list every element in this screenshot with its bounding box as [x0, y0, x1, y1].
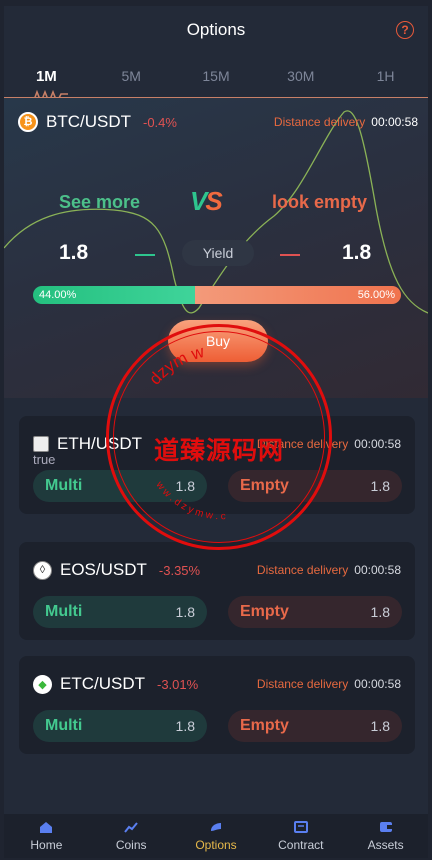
market-card-eth[interactable]: ETH/USDT Distance delivery 00:00:58 true…	[19, 416, 415, 514]
multi-button[interactable]: Multi 1.8	[33, 710, 207, 742]
multi-label: Multi	[45, 477, 83, 494]
nav-coins-label: Coins	[115, 837, 147, 852]
empty-value: 1.8	[370, 718, 390, 734]
see-more-label: See more	[59, 192, 141, 212]
home-icon	[40, 821, 53, 833]
market-timer: 00:00:58	[354, 437, 401, 451]
multi-button[interactable]: Multi 1.8	[33, 596, 207, 628]
empty-button[interactable]: Empty 1.8	[228, 596, 402, 628]
empty-label: Empty	[240, 477, 289, 494]
hero-pair-row: ₿ BTC/USDT -0.4% Distance delivery 00:00…	[18, 112, 418, 132]
vs-icon: VS	[190, 186, 223, 217]
nav-home-label: Home	[30, 837, 63, 852]
etc-icon: ◆	[33, 674, 52, 694]
nav-options[interactable]: Options	[174, 814, 259, 858]
multi-label: Multi	[45, 603, 83, 620]
tab-1m[interactable]: 1M	[4, 68, 89, 85]
eos-icon: ◊	[33, 560, 52, 580]
eth-image-alt: true	[33, 452, 56, 467]
nav-options-label: Options	[195, 837, 237, 852]
short-ratio: 56.00%	[194, 286, 401, 304]
empty-button[interactable]: Empty 1.8	[228, 710, 402, 742]
help-icon[interactable]: ?	[396, 21, 414, 39]
bottom-nav: Home Coins Options Contract Assets	[4, 814, 428, 858]
nav-home[interactable]: Home	[4, 814, 89, 858]
options-icon	[210, 822, 221, 831]
page-title: Options	[186, 20, 246, 39]
empty-value: 1.8	[370, 478, 390, 494]
market-pair: ETH/USDT	[57, 434, 142, 453]
buy-button[interactable]: Buy	[168, 320, 268, 362]
btc-icon: ₿	[18, 112, 38, 132]
market-delivery-label: Distance delivery	[256, 677, 349, 691]
multi-label: Multi	[45, 717, 83, 734]
header: Options ?	[4, 6, 428, 54]
market-row: ◊ EOS/USDT -3.35% Distance delivery 00:0…	[33, 560, 401, 580]
market-delivery-label: Distance delivery	[256, 563, 349, 577]
multi-value: 1.8	[175, 478, 195, 494]
nav-coins[interactable]: Coins	[89, 814, 174, 858]
red-dash	[280, 254, 300, 256]
hero-pair[interactable]: BTC/USDT	[46, 112, 131, 132]
tab-15m[interactable]: 15M	[174, 68, 259, 84]
hero-panel: ₿ BTC/USDT -0.4% Distance delivery 00:00…	[4, 98, 428, 398]
empty-value: 1.8	[370, 604, 390, 620]
market-row: ◆ ETC/USDT -3.01% Distance delivery 00:0…	[33, 674, 401, 694]
hero-delivery-label: Distance delivery	[273, 115, 366, 129]
tab-30m[interactable]: 30M	[258, 68, 343, 84]
market-delivery-label: Distance delivery	[256, 437, 349, 451]
market-change: -3.35%	[158, 562, 201, 578]
tab-5m[interactable]: 5M	[89, 68, 174, 84]
tab-1h[interactable]: 1H	[343, 68, 428, 84]
hero-timer: 00:00:58	[371, 115, 418, 129]
vs-s: S	[205, 186, 222, 216]
coins-icon	[124, 821, 138, 833]
nav-assets[interactable]: Assets	[343, 814, 428, 858]
hero-change: -0.4%	[143, 114, 177, 130]
market-pair: ETC/USDT	[60, 674, 145, 693]
yield-right-value: 1.8	[342, 241, 372, 264]
market-change: -3.01%	[157, 676, 199, 692]
look-empty-label: look empty	[272, 192, 368, 212]
nav-contract-label: Contract	[278, 837, 324, 852]
multi-value: 1.8	[175, 718, 195, 734]
eth-image-icon	[33, 436, 49, 452]
yield-badge: Yield	[182, 240, 254, 266]
nav-assets-label: Assets	[367, 837, 404, 852]
market-card-eos[interactable]: ◊ EOS/USDT -3.35% Distance delivery 00:0…	[19, 542, 415, 640]
market-timer: 00:00:58	[354, 677, 401, 691]
market-row: ETH/USDT Distance delivery 00:00:58	[33, 434, 401, 454]
market-pair: EOS/USDT	[60, 560, 147, 579]
contract-icon	[293, 820, 308, 833]
nav-contract[interactable]: Contract	[258, 814, 343, 858]
market-timer: 00:00:58	[354, 563, 401, 577]
empty-label: Empty	[240, 717, 289, 734]
long-ratio: 44.00%	[33, 286, 195, 304]
green-dash	[135, 254, 155, 256]
empty-button[interactable]: Empty 1.8	[228, 470, 402, 502]
multi-button[interactable]: Multi 1.8	[33, 470, 207, 502]
interval-tabs: 1M 5M 15M 30M 1H	[4, 54, 428, 104]
assets-icon	[379, 821, 392, 832]
vs-v: V	[190, 186, 207, 216]
multi-value: 1.8	[175, 604, 195, 620]
app-root: Options ? 1M 5M 15M 30M 1H ₿ BTC/USDT -0…	[4, 6, 428, 858]
empty-label: Empty	[240, 603, 289, 620]
market-card-etc[interactable]: ◆ ETC/USDT -3.01% Distance delivery 00:0…	[19, 656, 415, 754]
long-short-ratio-bar: 44.00% 56.00%	[33, 286, 401, 304]
yield-left-value: 1.8	[59, 241, 89, 264]
